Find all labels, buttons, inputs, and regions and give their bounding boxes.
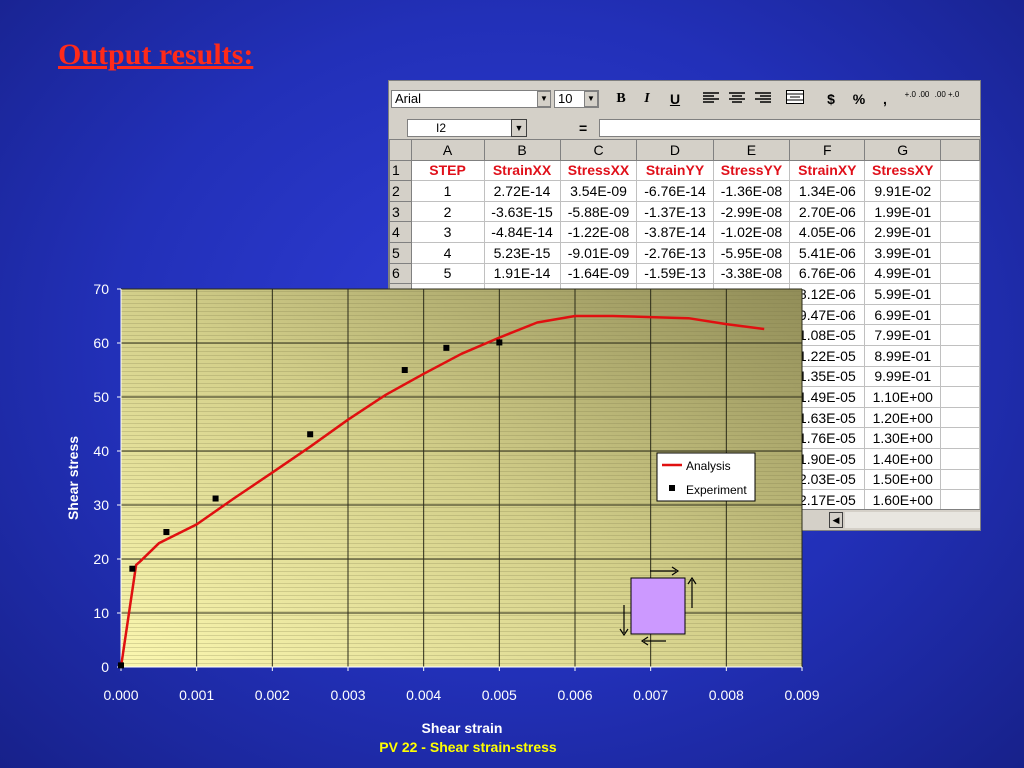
x-tick-label: 0.005: [482, 687, 517, 703]
y-axis-ticks: 0 10 20 30 40 50 60 70: [93, 281, 121, 675]
x-tick-label: 0.006: [557, 687, 592, 703]
y-tick-label: 10: [93, 605, 109, 621]
x-tick-label: 0.001: [179, 687, 214, 703]
shear-element-icon: [619, 566, 697, 646]
legend: Analysis Experiment: [656, 452, 756, 502]
legend-analysis-label: Analysis: [686, 459, 731, 473]
x-tick-label: 0.008: [709, 687, 744, 703]
chart-title: PV 22 - Shear strain-stress: [379, 739, 557, 755]
y-tick-label: 0: [101, 659, 109, 675]
series-experiment-point: [401, 367, 408, 373]
legend-experiment-label: Experiment: [686, 483, 747, 497]
x-tick-label: 0.002: [255, 687, 290, 703]
x-tick-label: 0.004: [406, 687, 441, 703]
x-tick-label: 0.009: [784, 687, 819, 703]
y-tick-label: 40: [93, 443, 109, 459]
y-tick-label: 50: [93, 389, 109, 405]
x-axis-ticks: 0.000 0.001 0.002 0.003 0.004 0.005 0.006 0.007…: [103, 667, 820, 703]
series-experiment-point: [129, 565, 136, 572]
series-experiment-point: [443, 344, 450, 351]
series-experiment-point: [496, 339, 503, 346]
y-tick-label: 20: [93, 551, 109, 567]
series-experiment-point: [118, 662, 124, 669]
y-tick-label: 60: [93, 335, 109, 351]
shear-strain-stress-chart: 010203040506070 0.000 0.001 0.002 0.003 0.00…: [65, 281, 820, 755]
x-tick-label: 0.000: [103, 687, 138, 703]
y-tick-label: 70: [93, 281, 109, 297]
series-experiment-point: [307, 431, 314, 438]
y-tick-label: 30: [93, 497, 109, 513]
y-axis-label: Shear stress: [65, 436, 81, 520]
x-axis-label: Shear strain: [422, 720, 503, 736]
x-tick-label: 0.003: [330, 687, 365, 703]
series-experiment-point: [212, 495, 219, 502]
x-tick-label: 0.007: [633, 687, 668, 703]
series-experiment-point: [163, 529, 170, 535]
legend-experiment-swatch: [669, 485, 675, 491]
